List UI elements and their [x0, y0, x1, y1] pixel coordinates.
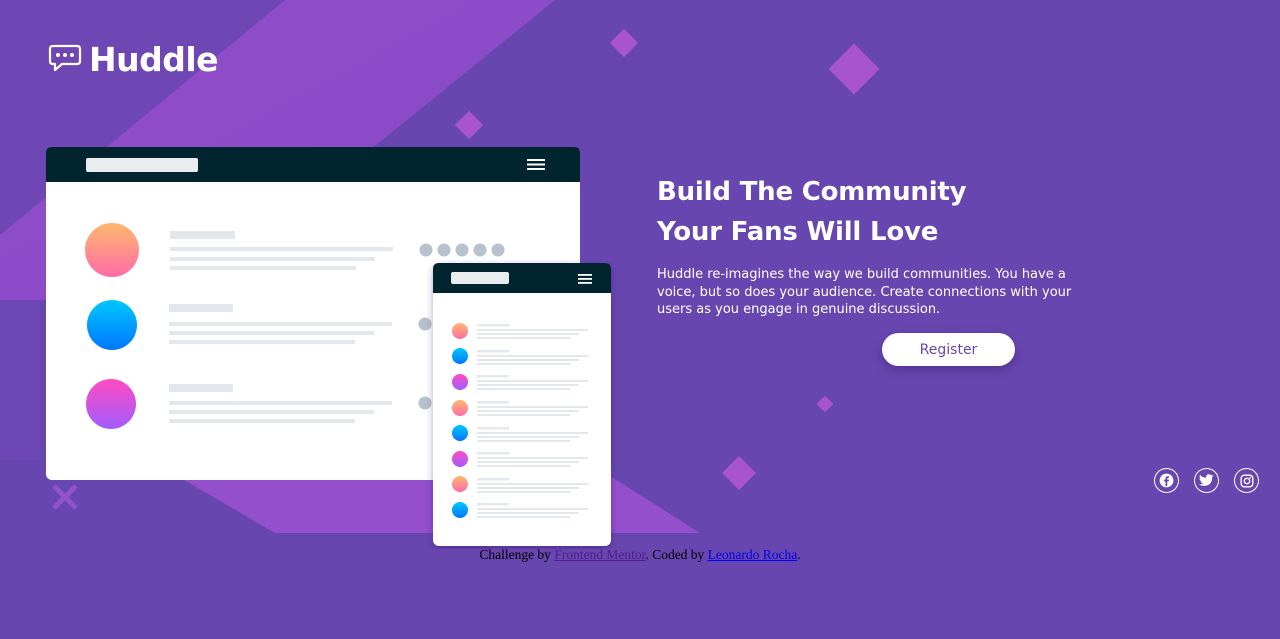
register-button[interactable]: Register: [882, 333, 1015, 366]
twitter-icon[interactable]: [1194, 468, 1219, 493]
hero-section: Build The Community Your Fans Will Love …: [657, 172, 1117, 319]
facebook-icon[interactable]: [1154, 468, 1179, 493]
author-link[interactable]: Leonardo Rocha: [708, 547, 798, 562]
attribution-suffix: .: [797, 547, 801, 562]
instagram-icon[interactable]: [1234, 468, 1259, 493]
attribution: Challenge by Frontend Mentor. Coded by L…: [0, 547, 1280, 563]
brand-name: Huddle: [89, 40, 219, 79]
mockups-illustration: [46, 147, 616, 553]
hero-description: Huddle re-imagines the way we build comm…: [657, 267, 1072, 317]
huddle-logo[interactable]: Huddle: [48, 40, 219, 79]
frontend-mentor-link[interactable]: Frontend Mentor: [554, 547, 645, 562]
hero-title: Build The Community Your Fans Will Love: [657, 177, 967, 247]
chat-bubble-icon: [48, 43, 82, 77]
attribution-middle: . Coded by: [645, 547, 708, 562]
attribution-prefix: Challenge by: [479, 547, 555, 562]
